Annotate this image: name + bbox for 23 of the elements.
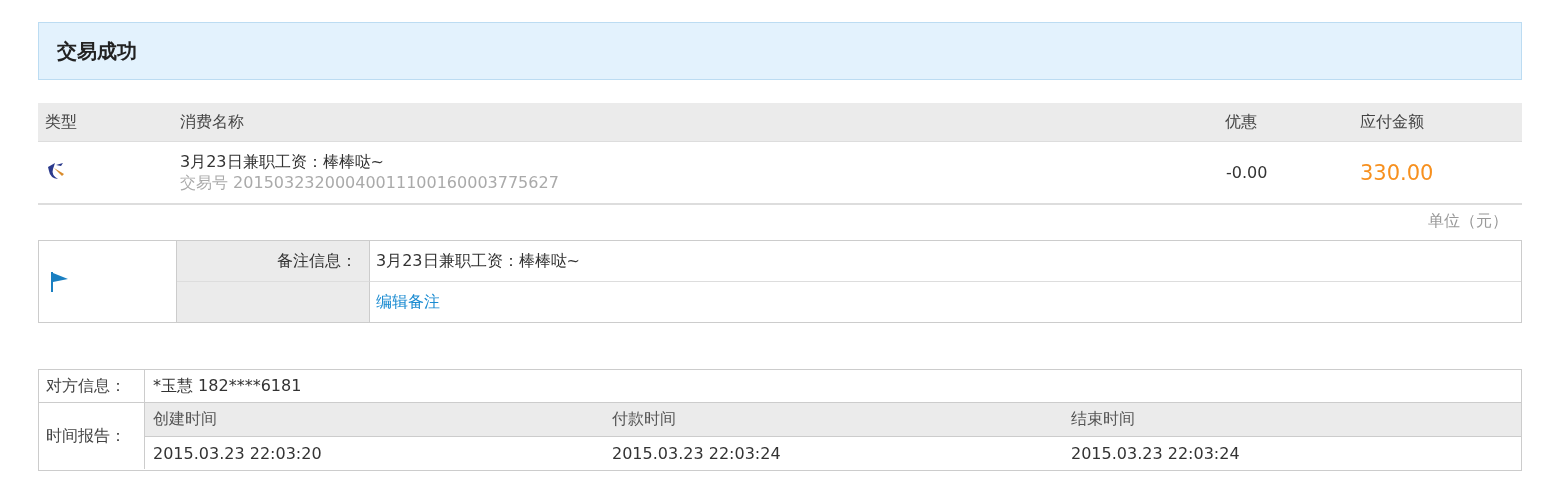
column-header: 优惠 <box>1224 111 1258 133</box>
time-value: 2015.03.23 22:03:24 <box>611 444 782 463</box>
party-label: 对方信息： <box>46 375 126 397</box>
amount-value: 330.00 <box>1359 160 1435 185</box>
unit-note: 单位（元） <box>1428 211 1508 232</box>
time-column-header: 结束时间 <box>1070 409 1136 430</box>
column-header: 消费名称 <box>179 111 245 133</box>
status-title: 交易成功 <box>57 37 137 65</box>
time-value: 2015.03.23 22:03:24 <box>1070 444 1241 463</box>
column-header: 类型 <box>44 111 78 133</box>
time-report-label: 时间报告： <box>46 425 126 447</box>
discount-value: -0.00 <box>1225 163 1269 182</box>
edit-memo-link[interactable]: 编辑备注 <box>376 291 440 313</box>
serial-number: 交易号 20150323200040011100160003775627 <box>180 172 560 194</box>
memo-label: 备注信息： <box>277 250 357 272</box>
time-column-header: 创建时间 <box>152 409 218 430</box>
item-name: 3月23日兼职工资：棒棒哒~ <box>180 151 385 173</box>
memo-text: 3月23日兼职工资：棒棒哒~ <box>376 250 580 272</box>
column-header: 应付金额 <box>1359 111 1425 133</box>
time-column-header: 付款时间 <box>611 409 677 430</box>
time-value: 2015.03.23 22:03:20 <box>152 444 323 463</box>
party-value: *玉慧 182****6181 <box>153 375 302 397</box>
flag-icon <box>49 270 69 293</box>
